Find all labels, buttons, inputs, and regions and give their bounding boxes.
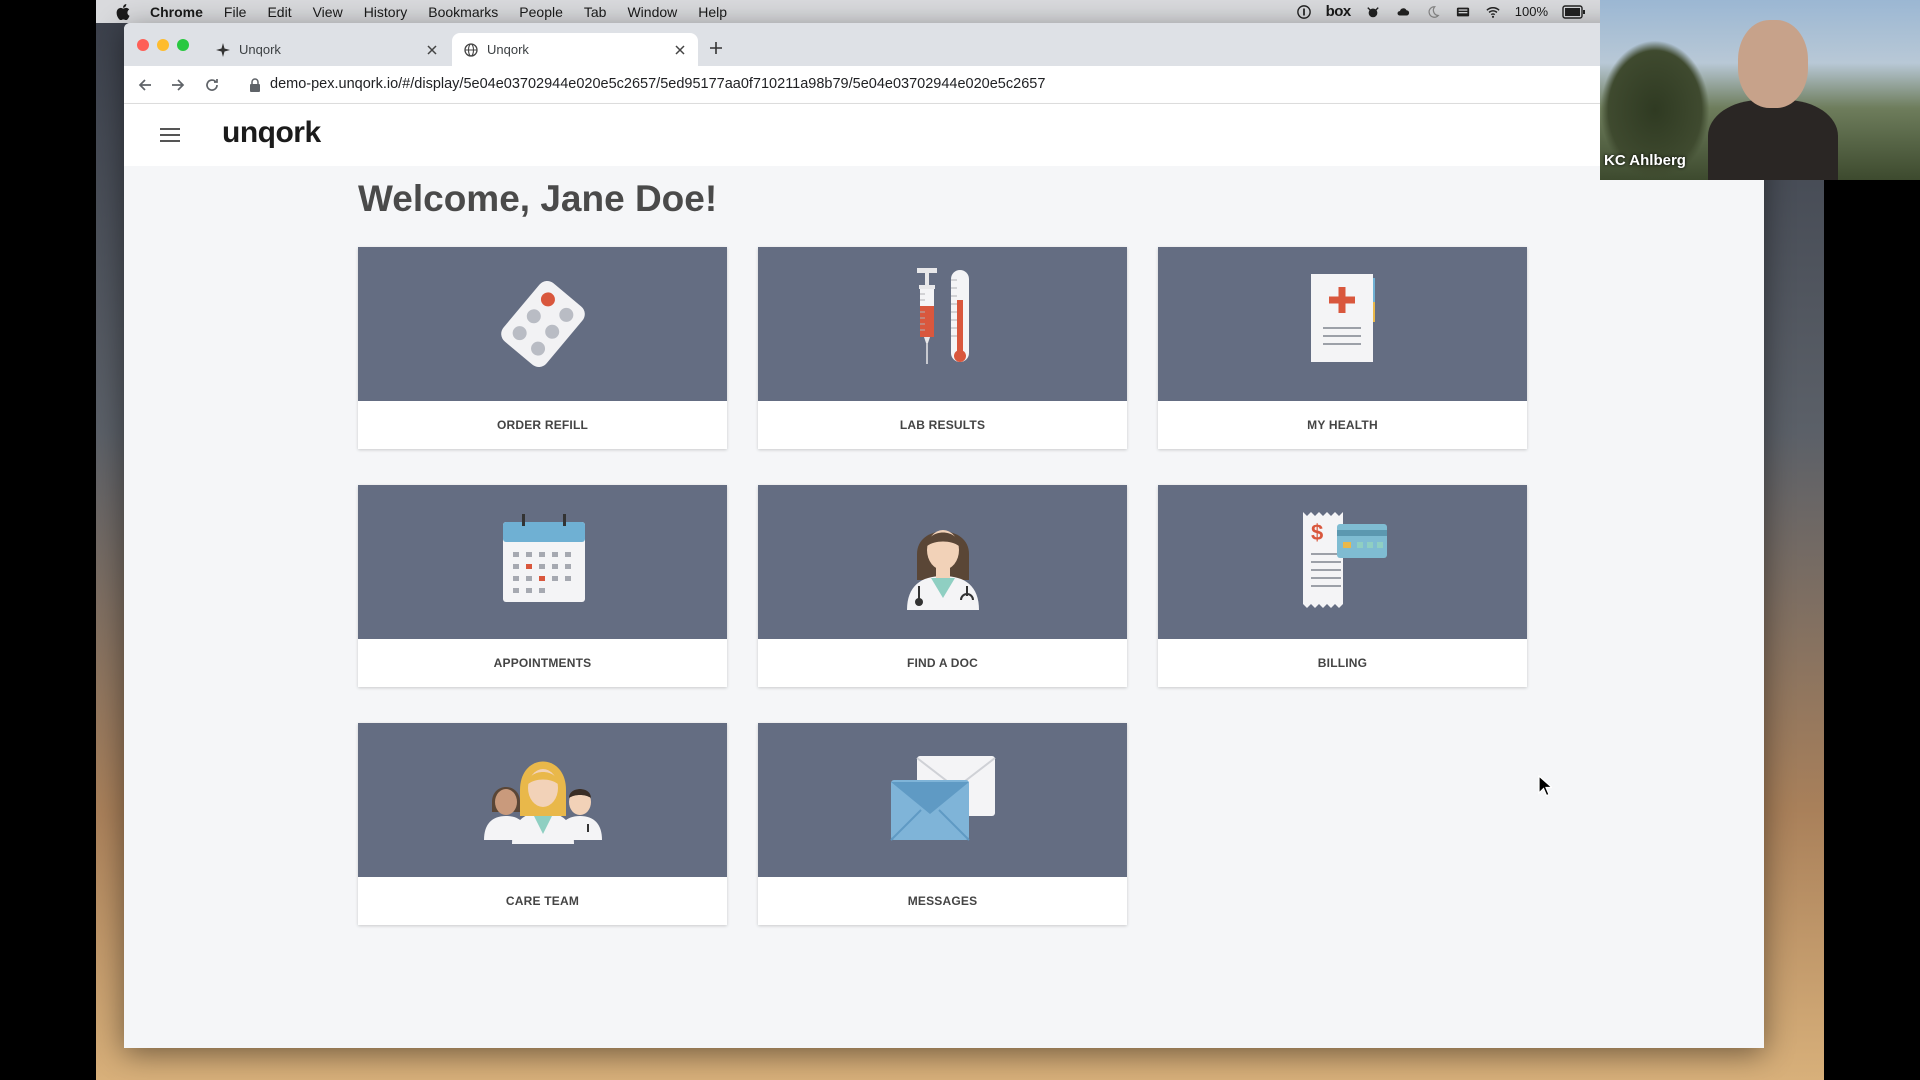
envelope-icon	[889, 756, 996, 841]
box-app-label[interactable]: box	[1326, 3, 1352, 20]
svg-text:$: $	[1311, 520, 1323, 545]
cloud-sync-icon[interactable]	[1395, 5, 1411, 19]
apple-icon[interactable]	[116, 3, 130, 20]
wifi-icon[interactable]	[1485, 5, 1501, 19]
card-label: CARE TEAM	[505, 894, 580, 908]
unqork-logo[interactable]: unqork	[222, 116, 321, 150]
dashboard-page: Welcome, Jane Doe! ORDER REFILL LAB RESU…	[124, 166, 1764, 1048]
mouse-cursor-icon	[1538, 775, 1552, 797]
card-find-a-doc[interactable]: FIND A DOC	[758, 485, 1127, 687]
participant-name: KC Ahlberg	[1604, 152, 1686, 169]
menu-edit[interactable]: Edit	[267, 4, 291, 20]
window-controls	[137, 39, 189, 51]
moon-icon[interactable]	[1425, 5, 1441, 19]
zoom-window-button[interactable]	[177, 39, 189, 51]
card-order-refill[interactable]: ORDER REFILL	[358, 247, 727, 449]
lock-icon[interactable]	[249, 78, 261, 92]
back-icon[interactable]	[137, 77, 153, 93]
app-header: unqork	[124, 104, 1764, 166]
forward-icon[interactable]	[170, 77, 186, 93]
globe-icon	[464, 42, 478, 57]
tab-unqork-2-active[interactable]: Unqork	[452, 33, 698, 66]
mac-menu-bar: Chrome File Edit View History Bookmarks …	[96, 0, 1600, 23]
card-label: MESSAGES	[907, 894, 978, 908]
menu-help[interactable]: Help	[698, 4, 727, 20]
battery-icon[interactable]	[1562, 4, 1586, 19]
browser-window: Unqork Unqork demo-pex.unqork.io/#/displ…	[124, 23, 1764, 1048]
card-appointments[interactable]: APPOINTMENTS	[358, 485, 727, 687]
card-art	[358, 723, 727, 877]
participant-head	[1738, 20, 1808, 108]
reload-icon[interactable]	[204, 77, 220, 93]
unqork-star-icon	[216, 42, 230, 57]
card-label: FIND A DOC	[906, 656, 979, 670]
card-art	[758, 723, 1127, 877]
card-label: ORDER REFILL	[496, 418, 589, 432]
tab-bar: Unqork Unqork	[124, 23, 1764, 66]
menu-view[interactable]: View	[313, 4, 343, 20]
video-call-tile[interactable]: KC Ahlberg	[1600, 0, 1920, 180]
welcome-heading: Welcome, Jane Doe!	[358, 178, 718, 219]
close-tab-icon[interactable]	[674, 44, 686, 56]
battery-percent: 100%	[1514, 4, 1548, 19]
card-lab-results[interactable]: LAB RESULTS	[758, 247, 1127, 449]
menu-bar-status-area: box 100%	[1296, 0, 1586, 23]
card-my-health[interactable]: MY HEALTH	[1158, 247, 1527, 449]
card-billing[interactable]: $ BILLING	[1158, 485, 1527, 687]
card-art	[358, 485, 727, 639]
menu-bookmarks[interactable]: Bookmarks	[428, 4, 498, 20]
screen-border-left	[0, 0, 96, 1080]
tab-unqork-1[interactable]: Unqork	[204, 33, 450, 66]
address-bar-url[interactable]: demo-pex.unqork.io/#/display/5e04e037029…	[270, 76, 1045, 92]
participant-body	[1708, 100, 1838, 180]
new-tab-icon[interactable]	[708, 40, 724, 56]
password-manager-icon[interactable]	[1296, 4, 1312, 19]
card-label: MY HEALTH	[1307, 418, 1378, 432]
pill-pack-icon	[500, 280, 585, 368]
bug-icon[interactable]	[1365, 5, 1381, 19]
bill-card-icon: $	[1302, 512, 1387, 608]
card-art	[758, 247, 1127, 401]
menu-app-chrome[interactable]: Chrome	[150, 4, 203, 20]
keyboard-icon[interactable]	[1455, 5, 1471, 19]
tab-title: Unqork	[239, 42, 281, 57]
minimize-window-button[interactable]	[157, 39, 169, 51]
card-label: APPOINTMENTS	[493, 656, 592, 670]
card-art: $	[1158, 485, 1527, 639]
card-messages[interactable]: MESSAGES	[758, 723, 1127, 925]
care-team-icon	[483, 761, 602, 844]
card-art	[758, 485, 1127, 639]
hamburger-menu-icon[interactable]	[160, 127, 180, 143]
menu-window[interactable]: Window	[627, 4, 677, 20]
card-art	[358, 247, 727, 401]
tab-title: Unqork	[487, 42, 529, 57]
menu-history[interactable]: History	[364, 4, 408, 20]
card-label: BILLING	[1317, 656, 1368, 670]
browser-toolbar: demo-pex.unqork.io/#/display/5e04e037029…	[124, 66, 1764, 104]
close-window-button[interactable]	[137, 39, 149, 51]
menu-people[interactable]: People	[519, 4, 563, 20]
menu-tab[interactable]: Tab	[584, 4, 607, 20]
close-tab-icon[interactable]	[426, 44, 438, 56]
card-label: LAB RESULTS	[899, 418, 986, 432]
card-care-team[interactable]: CARE TEAM	[358, 723, 727, 925]
calendar-icon	[502, 514, 585, 602]
menu-file[interactable]: File	[224, 4, 247, 20]
syringe-thermometer-icon	[916, 268, 969, 364]
medical-record-icon	[1310, 274, 1375, 362]
doctor-icon	[906, 530, 979, 610]
card-art	[1158, 247, 1527, 401]
